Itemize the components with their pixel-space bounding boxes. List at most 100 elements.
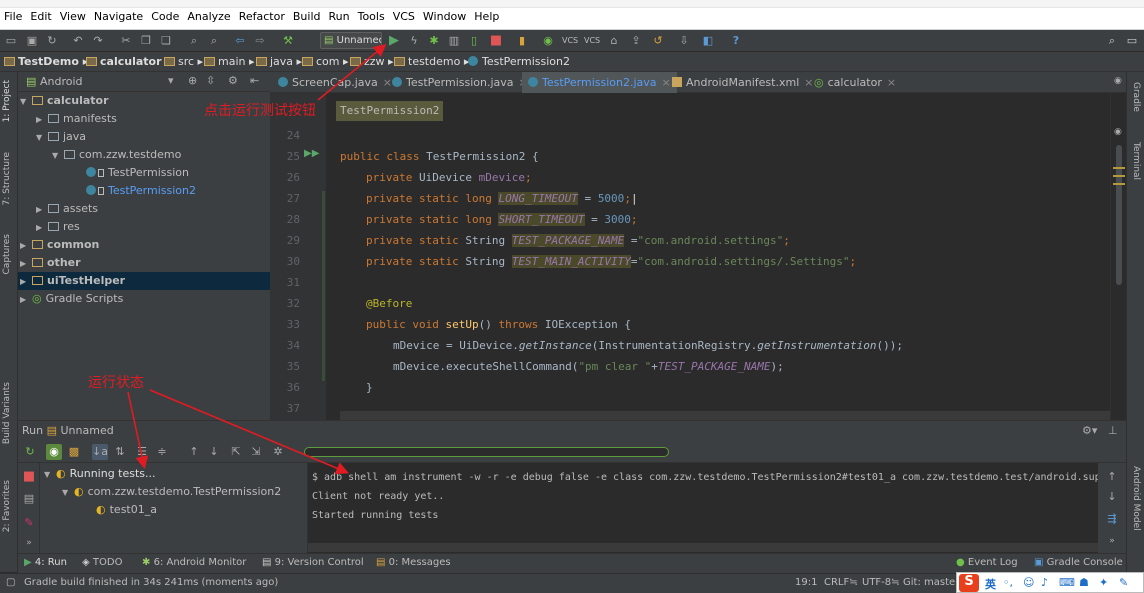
revert-icon[interactable]: ↺ xyxy=(650,33,666,49)
tree-item-testpermission[interactable]: TestPermission xyxy=(86,164,189,182)
import-icon[interactable]: ⇲ xyxy=(248,444,264,460)
tree-item-java[interactable]: ▼ java xyxy=(36,128,86,146)
sort-duration-icon[interactable]: ⇅ xyxy=(112,444,128,460)
scroll-up-icon[interactable]: ↑ xyxy=(1104,469,1120,485)
undo-icon[interactable]: ↶ xyxy=(70,33,86,49)
collapse-all-icon[interactable]: ⇳ xyxy=(206,74,215,87)
chevron-down-icon[interactable]: ▾ xyxy=(168,74,174,87)
avd-manager-icon[interactable]: ▮ xyxy=(514,33,530,49)
soft-wrap-icon[interactable]: ⇶ xyxy=(1104,511,1120,527)
more-icon[interactable]: » xyxy=(1104,533,1120,549)
forward-icon[interactable]: ⇨ xyxy=(252,33,268,49)
breadcrumb-item[interactable]: java ▸ xyxy=(256,55,302,68)
stop-icon[interactable]: ■ xyxy=(21,469,37,485)
open-folder-icon[interactable]: ▭ xyxy=(3,33,19,49)
tab-android-model[interactable]: Android Model xyxy=(1131,466,1141,531)
show-ignored-icon[interactable]: ▩ xyxy=(66,444,82,460)
paste-icon[interactable]: ❏ xyxy=(158,33,174,49)
gear-icon[interactable]: ⚙ xyxy=(228,74,238,87)
hide-panel-icon[interactable]: ⊥ xyxy=(1108,421,1118,441)
menu-navigate[interactable]: Navigate xyxy=(92,10,149,23)
punctuation-icon[interactable]: ◦, xyxy=(1003,576,1013,589)
tab-version-control[interactable]: ▤ 9: Version Control xyxy=(262,557,364,568)
vcs-commit-icon[interactable]: VCS xyxy=(584,33,600,49)
scroll-from-source-icon[interactable]: ⊕ xyxy=(188,74,197,87)
tab-android-monitor[interactable]: ✱ 6: Android Monitor xyxy=(142,557,246,568)
export-icon[interactable]: ⇱ xyxy=(228,444,244,460)
replace-icon[interactable]: ⌕ xyxy=(206,33,222,49)
git-branch[interactable]: Git: master xyxy=(903,577,959,588)
gradle-sync-icon[interactable]: ◉ xyxy=(540,33,556,49)
tree-item-testpermission2[interactable]: TestPermission2 xyxy=(86,182,196,200)
cut-icon[interactable]: ✂ xyxy=(118,33,134,49)
tab-messages[interactable]: ▤ 0: Messages xyxy=(376,557,451,568)
sdk-manager-icon[interactable]: ⇩ xyxy=(676,33,692,49)
menu-run[interactable]: Run xyxy=(327,10,356,23)
help-icon[interactable]: ? xyxy=(728,33,744,49)
breadcrumb-item[interactable]: zzw ▸ xyxy=(350,55,394,68)
menu-edit[interactable]: Edit xyxy=(28,10,57,23)
run-config-dropdown[interactable]: ▤ Unnamed ▾ xyxy=(320,32,382,49)
tab-captures[interactable]: Captures xyxy=(2,234,12,274)
breadcrumb-item[interactable]: src ▸ xyxy=(164,55,203,68)
tab-project[interactable]: 1: Project xyxy=(2,80,12,122)
tab-build-variants[interactable]: Build Variants xyxy=(2,382,12,444)
wrench-icon[interactable]: ✎ xyxy=(1119,576,1128,589)
tree-item-uitesthelper[interactable]: ▶ uiTestHelper xyxy=(18,272,270,290)
expand-all-icon[interactable]: ☰ xyxy=(134,444,150,460)
tab-calculator[interactable]: ◎ calculator × xyxy=(808,72,902,93)
breadcrumb-item[interactable]: TestDemo ▸ xyxy=(4,55,88,68)
attach-debugger-icon[interactable]: ▯ xyxy=(466,33,482,49)
run-console[interactable]: $ adb shell am instrument -w -r -e debug… xyxy=(308,463,1107,554)
eye-icon[interactable]: ◉ xyxy=(1114,76,1122,86)
breadcrumb-item[interactable]: calculator ▸ xyxy=(86,55,171,68)
pin-icon[interactable]: ✎ xyxy=(21,515,37,531)
more-icon[interactable]: » xyxy=(21,535,37,551)
save-icon[interactable]: ▣ xyxy=(24,33,40,49)
menu-code[interactable]: Code xyxy=(149,10,185,23)
console-horizontal-scrollbar[interactable] xyxy=(308,543,1098,552)
sync-icon[interactable]: ↻ xyxy=(44,33,60,49)
dump-threads-icon[interactable]: ▤ xyxy=(21,491,37,507)
copy-icon[interactable]: ❐ xyxy=(138,33,154,49)
tab-screencap[interactable]: ScreenCap.java × xyxy=(272,72,398,93)
apply-changes-icon[interactable]: ϟ xyxy=(406,33,422,49)
test-root[interactable]: ▼ ◐ Running tests... xyxy=(44,465,156,483)
sort-alpha-icon[interactable]: ↓a xyxy=(92,444,108,460)
menu-window[interactable]: Window xyxy=(421,10,472,23)
breadcrumb-item[interactable]: com ▸ xyxy=(302,55,349,68)
tab-favorites[interactable]: 2: Favorites xyxy=(2,480,12,532)
sogou-logo[interactable]: S xyxy=(959,574,979,592)
caret-position[interactable]: 19:1 xyxy=(795,577,817,588)
tree-item-gradle-scripts[interactable]: ▶ ◎ Gradle Scripts xyxy=(20,290,123,308)
tree-item-other[interactable]: ▶ other xyxy=(20,254,81,272)
tab-run[interactable]: ▶ 4: Run xyxy=(24,557,67,568)
test-class[interactable]: ▼ ◐ com.zzw.testdemo.TestPermission2 xyxy=(62,483,281,501)
breadcrumb-item[interactable]: main ▸ xyxy=(204,55,255,68)
emoji-icon[interactable]: ☺ xyxy=(1023,576,1034,589)
window-layout-icon[interactable]: ▭ xyxy=(1124,33,1140,49)
tab-event-log[interactable]: ● Event Log xyxy=(956,557,1018,568)
breadcrumb-item[interactable]: testdemo ▸ xyxy=(394,55,469,68)
scroll-down-icon[interactable]: ↓ xyxy=(1104,489,1120,505)
toolbox-icon[interactable]: ☗ xyxy=(1079,576,1089,589)
tab-android-manifest[interactable]: AndroidManifest.xml × xyxy=(666,72,819,93)
run-icon[interactable]: ▶ xyxy=(386,33,402,49)
tab-testpermission2[interactable]: TestPermission2.java × xyxy=(522,72,677,93)
hide-panel-icon[interactable]: ⇤ xyxy=(250,74,259,87)
debug-icon[interactable]: ✱ xyxy=(426,33,442,49)
tab-todo[interactable]: ◈ TODO xyxy=(82,557,122,568)
back-icon[interactable]: ⇦ xyxy=(232,33,248,49)
ime-language[interactable]: 英 xyxy=(985,576,996,592)
tree-item-res[interactable]: ▶ res xyxy=(36,218,80,236)
gear-icon[interactable]: ⚙▾ xyxy=(1082,421,1097,441)
redo-icon[interactable]: ↷ xyxy=(90,33,106,49)
next-test-icon[interactable]: ↓ xyxy=(206,444,222,460)
file-encoding[interactable]: UTF-8≒ xyxy=(862,577,900,588)
vcs-push-icon[interactable]: ⇪ xyxy=(628,33,644,49)
tab-terminal[interactable]: Terminal xyxy=(1131,142,1141,180)
editor-scrollbar[interactable]: ◉ xyxy=(1110,93,1126,420)
rerun-icon[interactable]: ↻ xyxy=(22,444,38,460)
skin-icon[interactable]: ✦ xyxy=(1099,576,1108,589)
keyboard-icon[interactable]: ⌨ xyxy=(1059,576,1075,589)
